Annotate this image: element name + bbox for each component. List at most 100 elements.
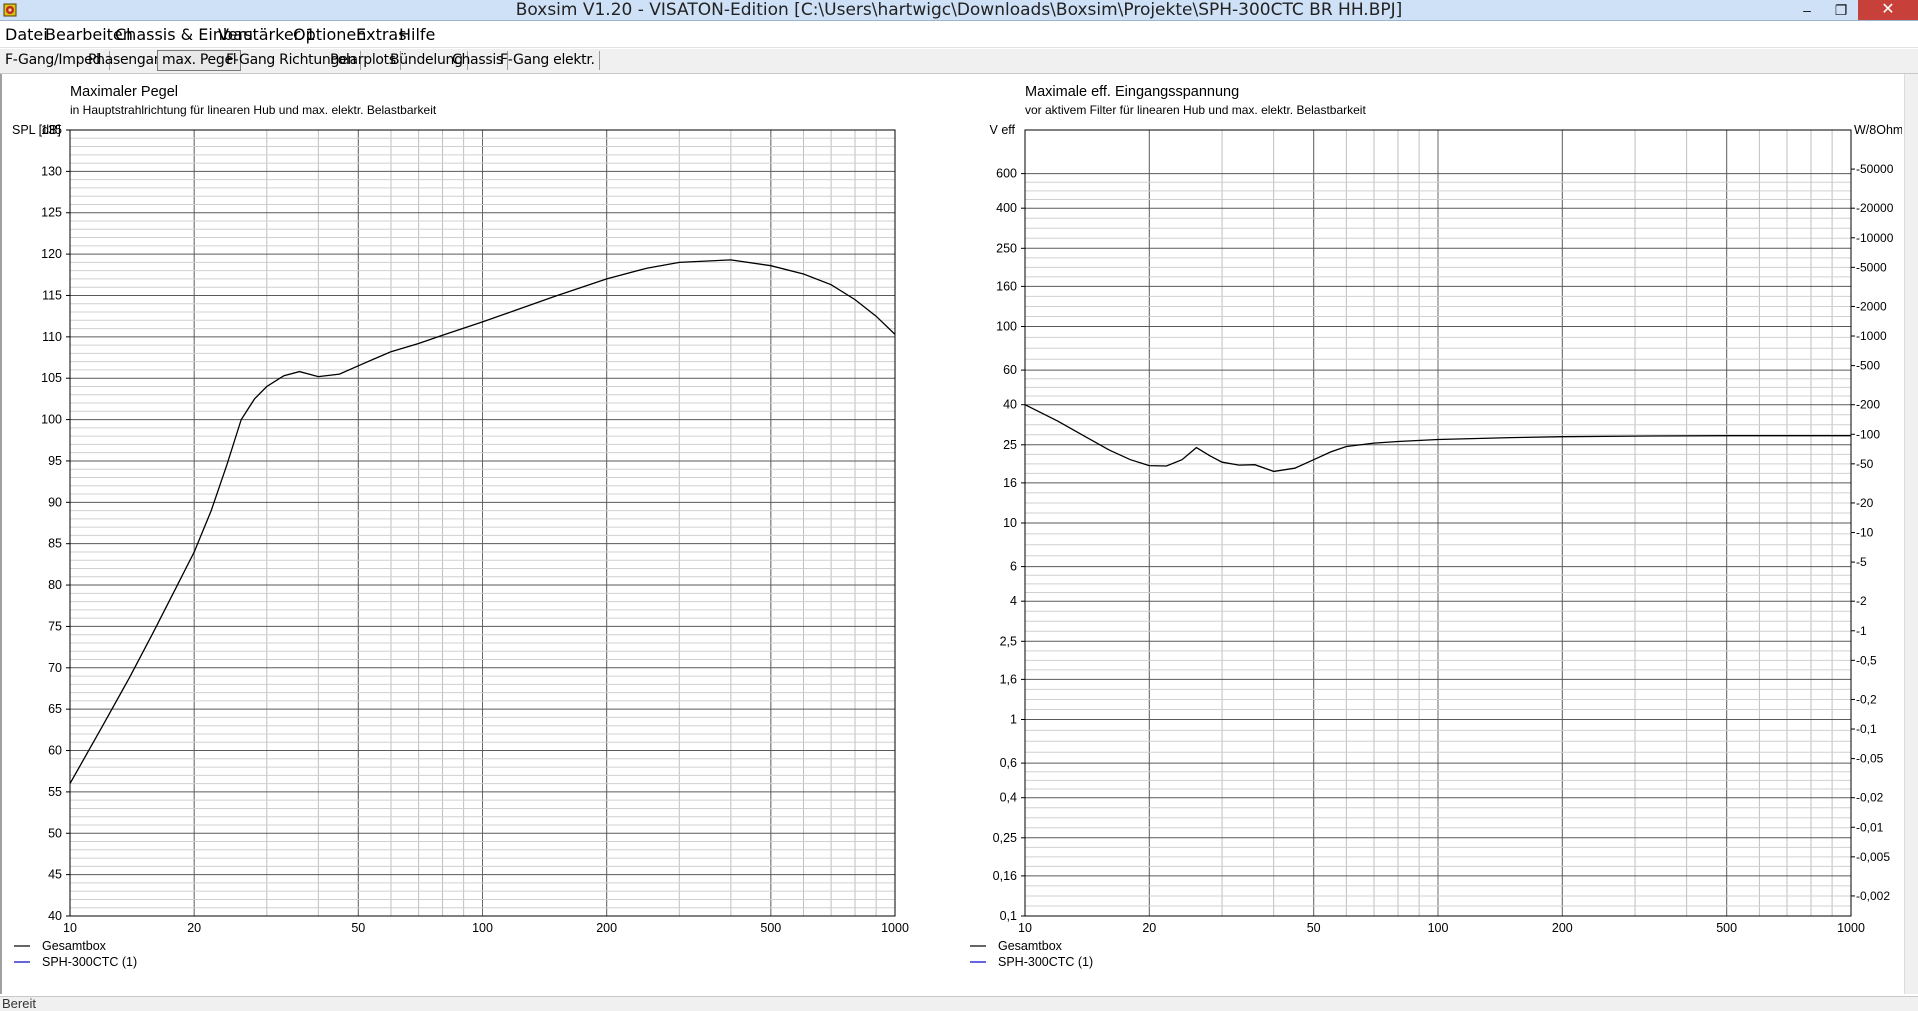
y2-tick-label: -0,01 [1856,820,1884,834]
close-icon[interactable]: ✕ [1858,0,1918,20]
menu-bar: Datei Bearbeiten Chassis & Einbau Verstä… [0,21,1918,48]
y-tick-label: 70 [48,661,62,675]
y-tick-label: 0,16 [993,869,1017,883]
chart-title: Maximaler Pegel [70,84,178,100]
y-tick-label: 2,5 [1000,634,1017,648]
y2-tick-label: -0,005 [1856,850,1890,864]
maximize-icon[interactable]: ❐ [1824,0,1858,20]
y2-tick-label: -200 [1856,398,1880,412]
y-tick-label: 65 [48,702,62,716]
x-tick-label: 500 [760,921,781,935]
y-tick-label: 100 [41,413,62,427]
y-tick-label: 120 [41,247,62,261]
y2-tick-label: -5000 [1856,260,1887,274]
legend-label: SPH-300CTC (1) [42,955,137,969]
x-tick-label: 100 [472,921,493,935]
title-bar: Boxsim V1.20 - VISATON-Edition [C:\Users… [0,0,1918,21]
y2-tick-label: -0,1 [1856,722,1877,736]
y-tick-label: 16 [1003,476,1017,490]
y-tick-label: 160 [996,279,1017,293]
y2-axis-label: W/8Ohm [1854,123,1902,137]
y-tick-label: 6 [1010,560,1017,574]
y2-tick-label: -0,002 [1856,889,1890,903]
y-tick-label: 60 [1003,363,1017,377]
y-tick-label: 45 [48,868,62,882]
y2-tick-label: -0,5 [1856,653,1877,667]
y2-tick-label: -10 [1856,526,1874,540]
legend-label: Gesamtbox [42,939,107,953]
y-tick-label: 10 [1003,516,1017,530]
y2-tick-label: -20 [1856,496,1874,510]
chart-subtitle: vor aktivem Filter für linearen Hub und … [1025,103,1366,117]
y-tick-label: 55 [48,785,62,799]
vertical-scrollbar[interactable] [1904,74,1918,994]
chart-area: Maximaler Pegel in Hauptstrahlrichtung fü… [0,74,1918,994]
y-tick-label: 400 [996,201,1017,215]
y2-tick-label: -10000 [1856,231,1894,245]
x-tick-label: 1000 [1837,921,1865,935]
x-tick-label: 100 [1428,921,1449,935]
y2-tick-label: -1 [1856,624,1867,638]
y-tick-label: 25 [1003,438,1017,452]
y-tick-label: 125 [41,206,62,220]
y-axis-label: V eff [990,123,1016,137]
y2-tick-label: -50000 [1856,162,1894,176]
y-tick-label: 80 [48,578,62,592]
y-tick-label: 0,6 [1000,756,1017,770]
tab-f-gang-elektr[interactable]: F-Gang elektr. [496,51,600,70]
x-tick-label: 10 [1018,921,1032,935]
y2-tick-label: -0,02 [1856,791,1884,805]
window-title: Boxsim V1.20 - VISATON-Edition [C:\Users… [515,0,1403,20]
charts-svg: Maximaler Pegel in Hauptstrahlrichtung fü… [12,84,1903,969]
y-tick-label: 0,25 [993,831,1017,845]
y-tick-label: 40 [1003,398,1017,412]
y-tick-label: 100 [996,320,1017,334]
menu-datei[interactable]: Datei [4,25,49,44]
minimize-icon[interactable]: – [1790,0,1824,20]
y-tick-label: 4 [1010,594,1017,608]
y2-tick-label: -50 [1856,457,1874,471]
y-tick-label: 1 [1010,713,1017,727]
y2-tick-label: -0,05 [1856,752,1884,766]
y-tick-label: 600 [996,167,1017,181]
y-tick-label: 40 [48,909,62,923]
status-text: Bereit [2,996,36,1011]
y-tick-label: 1,6 [1000,672,1017,686]
y-tick-label: 50 [48,826,62,840]
x-tick-label: 10 [63,921,77,935]
menu-hilfe[interactable]: Hilfe [398,25,436,44]
y-tick-label: 90 [48,495,62,509]
x-tick-label: 20 [1142,921,1156,935]
y-axis-label: SPL [dB] [12,123,61,137]
y-tick-label: 115 [42,288,62,302]
y-tick-label: 0,4 [1000,791,1017,805]
tab-bar: F-Gang/Imped. Phasengang max. Pegel F-Ga… [0,49,1918,74]
y2-tick-label: -1000 [1856,329,1887,343]
y2-tick-label: -500 [1856,359,1880,373]
y-tick-label: 105 [41,371,62,385]
y-tick-label: 60 [48,744,62,758]
y2-tick-label: -5 [1856,555,1867,569]
y-tick-label: 75 [48,619,62,633]
y2-tick-label: -2000 [1856,299,1887,313]
y-tick-label: 95 [48,454,62,468]
y2-tick-label: -0,2 [1856,692,1877,706]
x-tick-label: 200 [1552,921,1573,935]
y2-tick-label: -100 [1856,427,1880,441]
chart-title: Maximale eff. Eingangsspannung [1025,84,1239,100]
x-tick-label: 200 [596,921,617,935]
x-tick-label: 50 [1307,921,1321,935]
x-tick-label: 1000 [881,921,909,935]
legend-label: SPH-300CTC (1) [998,955,1093,969]
x-tick-label: 20 [187,921,201,935]
y-tick-label: 0,1 [1000,909,1017,923]
status-bar: Bereit [0,996,1918,1011]
legend-label: Gesamtbox [998,939,1063,953]
y2-tick-label: -20000 [1856,201,1894,215]
y2-tick-label: -2 [1856,594,1867,608]
chart-subtitle: in Hauptstrahlrichtung für linearen Hub … [70,103,437,117]
y-tick-label: 110 [42,330,62,344]
y-tick-label: 250 [996,241,1017,255]
y-tick-label: 85 [48,537,62,551]
x-tick-label: 50 [351,921,365,935]
